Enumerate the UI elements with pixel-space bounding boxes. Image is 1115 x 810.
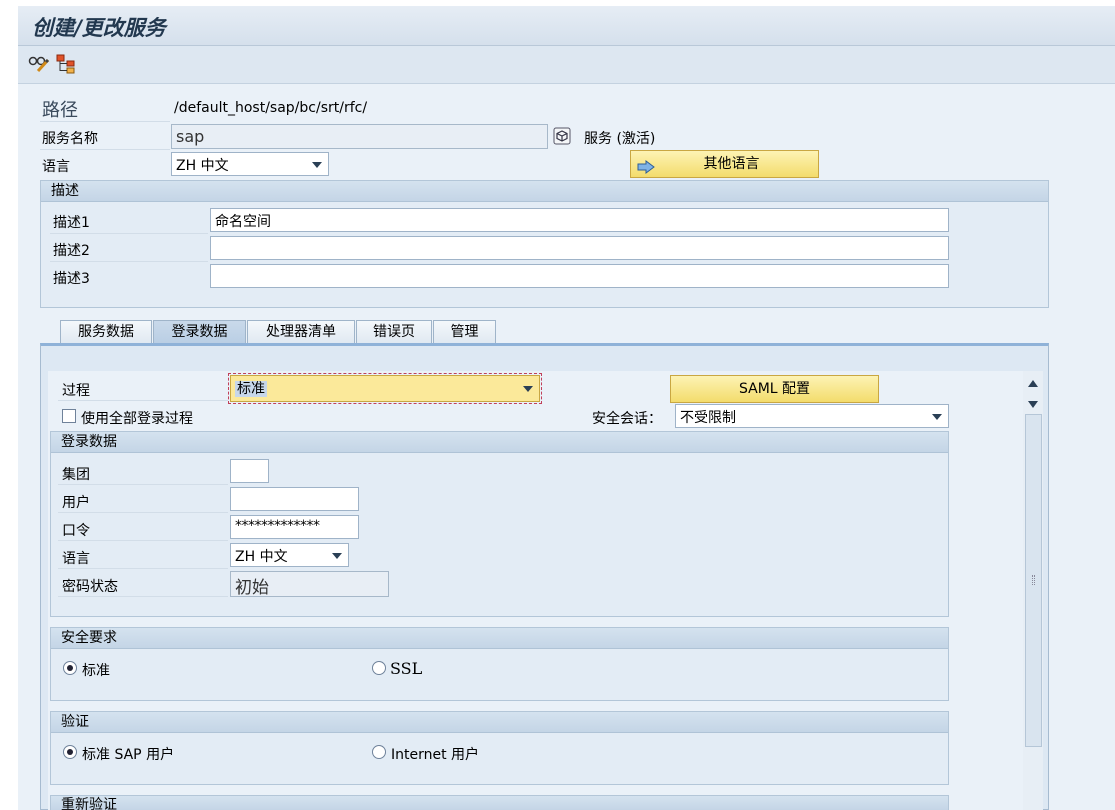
- tab-error-pages[interactable]: 错误页: [356, 320, 432, 344]
- security-session-label: 安全会话：: [592, 411, 662, 427]
- description-title: 描述: [41, 181, 1048, 202]
- authentication-group: 验证: [50, 711, 949, 785]
- security-standard-label: 标准: [82, 663, 110, 679]
- vertical-scrollbar[interactable]: [1023, 371, 1043, 810]
- application-toolbar: [18, 46, 1115, 84]
- password-status-label: 密码状态: [62, 579, 118, 595]
- row-divider: [58, 484, 228, 485]
- logon-language-value: ZH 中文: [235, 549, 288, 565]
- scroll-down-icon[interactable]: [1027, 397, 1039, 413]
- security-session-value: 不受限制: [680, 410, 736, 426]
- hierarchy-icon[interactable]: [56, 54, 76, 78]
- auth-sap-user-radio[interactable]: [63, 745, 77, 759]
- tab-service-data[interactable]: 服务数据: [60, 320, 152, 344]
- auth-internet-user-label: Internet 用户: [391, 747, 480, 763]
- scrollbar-thumb[interactable]: [1025, 414, 1042, 747]
- row-divider: [58, 540, 228, 541]
- description-1-field[interactable]: 命名空间: [210, 208, 949, 232]
- procedure-value: 标准: [235, 381, 267, 397]
- chevron-down-icon[interactable]: [932, 414, 942, 420]
- description-3-label: 描述3: [53, 271, 90, 287]
- saml-config-button[interactable]: SAML 配置: [670, 375, 879, 403]
- description-3-field[interactable]: [210, 264, 949, 288]
- security-ssl-radio[interactable]: [372, 661, 386, 675]
- language-value: ZH 中文: [176, 158, 229, 174]
- description-1-label: 描述1: [53, 215, 90, 231]
- password-status-field: 初始: [230, 571, 389, 597]
- row-divider: [58, 400, 228, 401]
- row-divider: [40, 121, 170, 122]
- service-name-label: 服务名称: [42, 131, 98, 147]
- user-label: 用户: [62, 495, 90, 511]
- client-field[interactable]: [230, 459, 269, 483]
- procedure-label: 过程: [62, 383, 90, 399]
- other-languages-button[interactable]: 其他语言: [630, 150, 819, 178]
- tab-logon-data[interactable]: 登录数据: [153, 320, 246, 344]
- row-divider: [40, 149, 170, 150]
- logon-data-group: 登录数据: [50, 431, 949, 617]
- other-languages-label: 其他语言: [703, 156, 760, 172]
- thumb-grip: [1032, 575, 1035, 585]
- logon-data-title: 登录数据: [51, 432, 948, 453]
- security-requirement-group: 安全要求: [50, 627, 949, 701]
- logon-language-dropdown[interactable]: ZH 中文: [230, 543, 349, 567]
- service-status: 服务 (激活): [584, 131, 656, 147]
- description-2-label: 描述2: [53, 243, 90, 259]
- scroll-up-icon[interactable]: [1027, 377, 1039, 393]
- client-label: 集团: [62, 467, 90, 483]
- row-divider: [58, 596, 228, 597]
- tab-administration[interactable]: 管理: [433, 320, 496, 344]
- row-divider: [50, 261, 208, 262]
- password-label: 口令: [62, 523, 90, 539]
- security-session-dropdown[interactable]: 不受限制: [675, 404, 949, 428]
- logon-language-label: 语言: [62, 551, 90, 567]
- procedure-dropdown[interactable]: 标准: [228, 373, 542, 404]
- chevron-down-icon[interactable]: [312, 162, 322, 168]
- security-ssl-label: SSL: [390, 659, 423, 678]
- glasses-pencil-icon[interactable]: [28, 54, 50, 78]
- user-field[interactable]: [230, 487, 359, 511]
- reauthentication-title: 重新验证: [51, 796, 948, 810]
- row-divider: [58, 568, 228, 569]
- service-name-field[interactable]: sap: [171, 124, 548, 149]
- auth-sap-user-label: 标准 SAP 用户: [82, 747, 175, 763]
- authentication-title: 验证: [51, 712, 948, 733]
- title-bar: 创建/更改服务: [18, 6, 1115, 46]
- row-divider: [58, 512, 228, 513]
- window-title: 创建/更改服务: [32, 15, 166, 40]
- auth-internet-user-radio[interactable]: [372, 745, 386, 759]
- display-object-icon[interactable]: [553, 127, 571, 149]
- password-field[interactable]: *************: [230, 515, 359, 539]
- tab-handler-list[interactable]: 处理器清单: [247, 320, 355, 344]
- row-divider: [50, 233, 208, 234]
- security-standard-radio[interactable]: [63, 661, 77, 675]
- security-requirement-title: 安全要求: [51, 628, 948, 649]
- chevron-down-icon[interactable]: [523, 386, 533, 392]
- path-label: 路径: [42, 100, 78, 121]
- language-dropdown[interactable]: ZH 中文: [171, 152, 329, 176]
- path-value: /default_host/sap/bc/srt/rfc/: [174, 100, 368, 116]
- language-label: 语言: [42, 159, 70, 175]
- description-2-field[interactable]: [210, 236, 949, 260]
- use-all-logon-checkbox[interactable]: [62, 409, 76, 423]
- reauthentication-group: 重新验证: [50, 795, 949, 810]
- use-all-logon-label: 使用全部登录过程: [81, 411, 193, 427]
- chevron-down-icon[interactable]: [332, 553, 342, 559]
